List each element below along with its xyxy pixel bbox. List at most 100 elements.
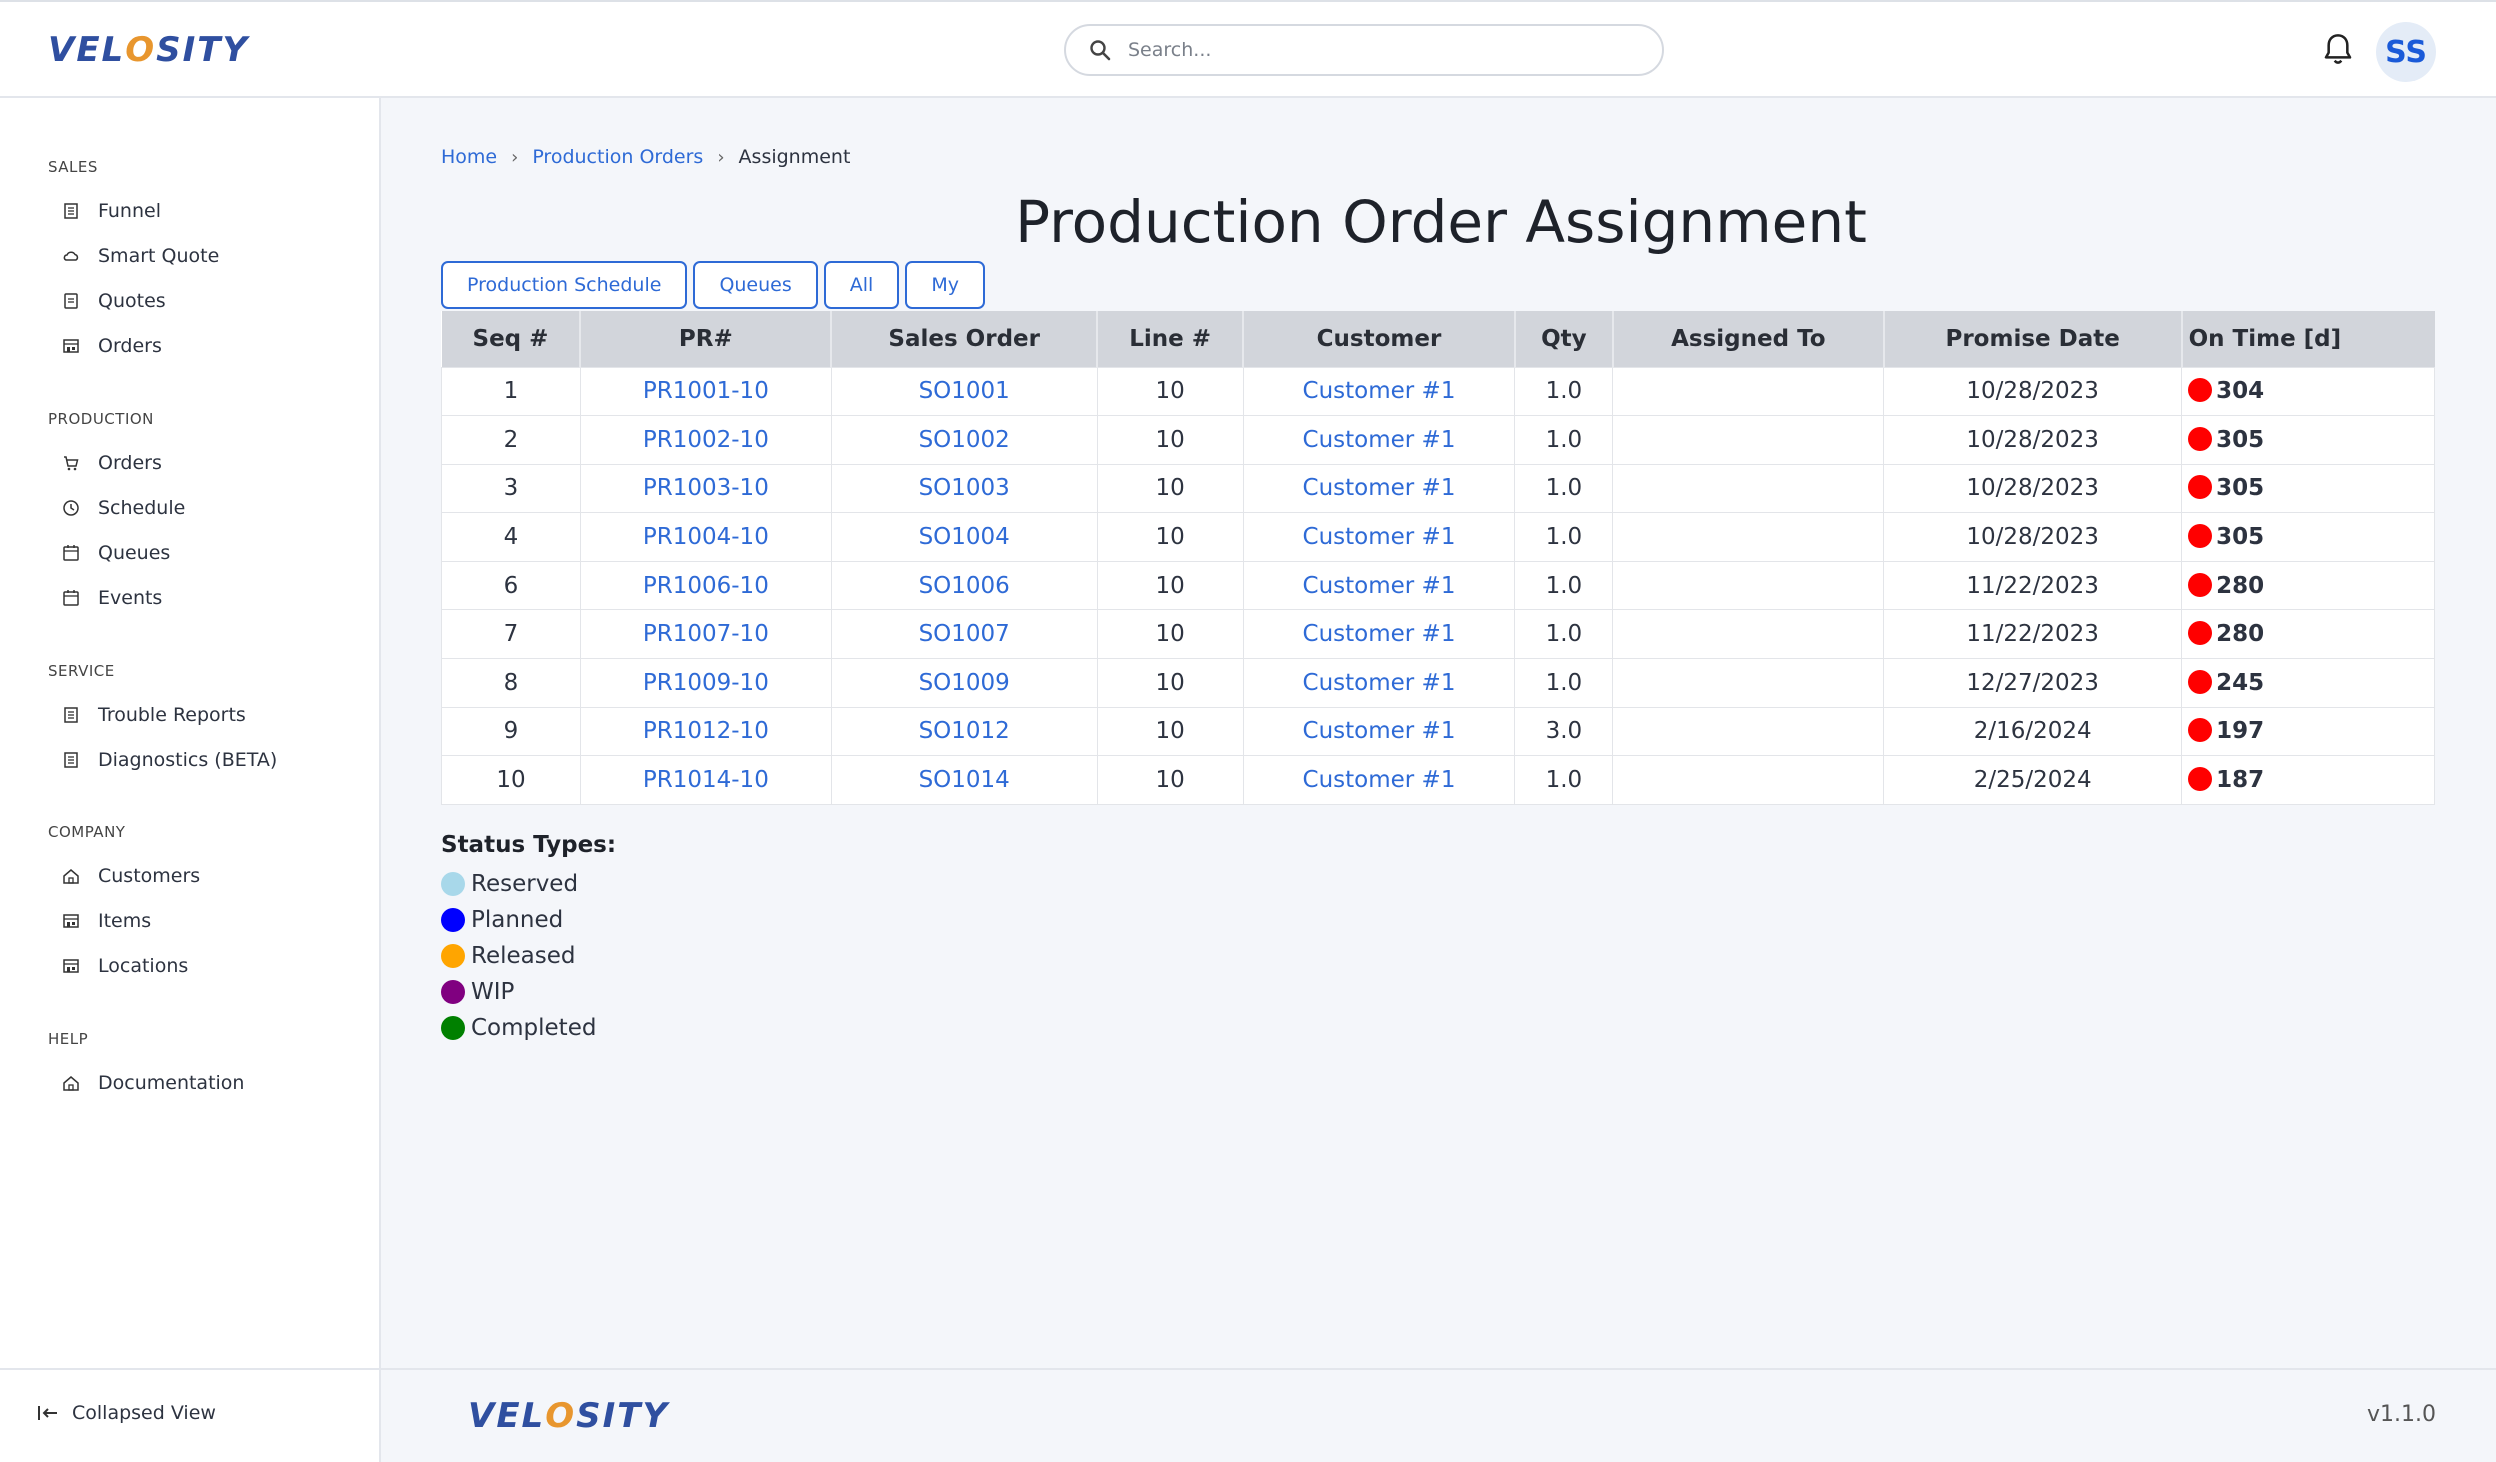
table-row[interactable]: 7 PR1007-10 SO1007 10 Customer #1 1.0 11/22/20… <box>441 609 2435 660</box>
table-row[interactable]: 4 PR1004-10 SO1004 10 Customer #1 1.0 10/28/20… <box>441 512 2435 562</box>
table-row[interactable]: 8 PR1009-10 SO1009 10 Customer #1 1.0 12/27/20… <box>441 658 2435 708</box>
avatar[interactable]: SS <box>2376 22 2436 82</box>
table-row[interactable]: 1 PR1001-10 SO1001 10 Customer #1 1.0 10/28/20… <box>441 366 2435 417</box>
sales-order-link[interactable]: SO1002 <box>919 427 1010 453</box>
sales-order-link[interactable]: SO1009 <box>919 670 1010 696</box>
customer-link[interactable]: Customer #1 <box>1303 767 1456 793</box>
logo-text: VEL <box>48 30 126 70</box>
velocity-logo[interactable]: VEL O SITY <box>48 30 249 70</box>
production-schedule-button[interactable]: Production Schedule <box>441 261 688 309</box>
sidebar-item-sales-orders[interactable]: Orders <box>62 335 162 357</box>
pr-cell: PR1004-10 <box>579 512 832 562</box>
calendar-icon <box>63 590 79 606</box>
sidebar-item-queues[interactable]: Queues <box>62 542 170 564</box>
seq-cell: 6 <box>441 560 581 611</box>
customer-link[interactable]: Customer #1 <box>1303 378 1456 404</box>
sales-order-link[interactable]: SO1007 <box>919 621 1010 647</box>
sidebar-item-trouble-reports[interactable]: Trouble Reports <box>62 704 246 726</box>
pr-link[interactable]: PR1012-10 <box>643 718 769 744</box>
section-title-help: HELP <box>48 1030 89 1048</box>
sidebar-item-customers[interactable]: Customers <box>62 865 200 887</box>
column-header[interactable]: Customer <box>1243 311 1516 367</box>
promise-date-cell: 10/28/2023 <box>1883 415 2183 465</box>
pr-link[interactable]: PR1009-10 <box>643 670 769 696</box>
sales-order-link[interactable]: SO1001 <box>919 378 1010 404</box>
queues-button[interactable]: Queues <box>693 261 818 309</box>
collapsed-view-toggle[interactable]: Collapsed View <box>36 1402 216 1424</box>
pr-link[interactable]: PR1004-10 <box>643 524 769 550</box>
sales-order-link[interactable]: SO1006 <box>919 573 1010 599</box>
column-header[interactable]: Seq # <box>441 311 582 367</box>
customer-link[interactable]: Customer #1 <box>1303 621 1456 647</box>
column-header[interactable]: Promise Date <box>1883 311 2183 367</box>
sidebar-item-documentation[interactable]: Documentation <box>62 1072 244 1094</box>
sales-order-cell: SO1004 <box>830 512 1098 562</box>
sales-order-link[interactable]: SO1004 <box>919 524 1010 550</box>
store-icon <box>63 914 79 928</box>
column-header[interactable]: Assigned To <box>1612 311 1885 367</box>
search-bar[interactable] <box>1064 24 1664 76</box>
promise-date-cell: 12/27/2023 <box>1883 658 2183 708</box>
sidebar-item-diagnostics[interactable]: Diagnostics (BETA) <box>62 749 277 771</box>
pr-link[interactable]: PR1003-10 <box>643 475 769 501</box>
customer-cell: Customer #1 <box>1242 609 1516 660</box>
status-type-item: Released <box>441 938 596 974</box>
column-header[interactable]: On Time [d] <box>2181 311 2435 367</box>
sidebar-item-schedule[interactable]: Schedule <box>62 497 185 519</box>
sidebar-item-label: Smart Quote <box>98 245 220 267</box>
bell-icon[interactable] <box>2322 32 2354 68</box>
sidebar-item-production-orders[interactable]: Orders <box>62 452 162 474</box>
column-header[interactable]: PR# <box>580 311 833 367</box>
sidebar-item-label: Documentation <box>98 1072 245 1094</box>
pr-link[interactable]: PR1007-10 <box>643 621 769 647</box>
table-row[interactable]: 9 PR1012-10 SO1012 10 Customer #1 3.0 2/16/202… <box>441 706 2435 757</box>
customer-link[interactable]: Customer #1 <box>1303 573 1456 599</box>
home-icon <box>63 1076 79 1091</box>
table-row[interactable]: 3 PR1003-10 SO1003 10 Customer #1 1.0 10/28/20… <box>441 463 2435 514</box>
all-button[interactable]: All <box>823 261 900 309</box>
on-time-value: 245 <box>2216 669 2265 696</box>
sidebar-item-label: Diagnostics (BETA) <box>98 749 278 771</box>
my-button[interactable]: My <box>905 261 985 309</box>
sidebar-item-funnel[interactable]: Funnel <box>62 200 161 222</box>
breadcrumb-home[interactable]: Home <box>441 146 497 168</box>
breadcrumb: Home › Production Orders › Assignment <box>441 146 850 168</box>
status-dot-icon <box>2188 524 2213 549</box>
pr-link[interactable]: PR1014-10 <box>643 767 769 793</box>
status-dot-icon <box>441 1016 465 1040</box>
column-header[interactable]: Line # <box>1097 311 1245 367</box>
column-header[interactable]: Qty <box>1514 311 1614 367</box>
sidebar-item-items[interactable]: Items <box>62 910 151 932</box>
sidebar-item-label: Items <box>98 910 152 932</box>
sidebar-item-quotes[interactable]: Quotes <box>62 290 166 312</box>
sidebar-item-locations[interactable]: Locations <box>62 955 188 977</box>
pr-link[interactable]: PR1002-10 <box>643 427 769 453</box>
breadcrumb-production-orders[interactable]: Production Orders <box>532 146 703 168</box>
sales-order-link[interactable]: SO1012 <box>919 718 1010 744</box>
pr-link[interactable]: PR1006-10 <box>643 573 769 599</box>
sidebar-item-label: Orders <box>98 452 162 474</box>
home-icon <box>63 869 79 884</box>
pr-cell: PR1002-10 <box>579 415 832 465</box>
table-row[interactable]: 10 PR1014-10 SO1014 10 Customer #1 1.0 2/25/20… <box>441 755 2435 805</box>
search-icon <box>1090 40 1111 61</box>
logo-o: O <box>545 1396 577 1436</box>
search-input[interactable] <box>1128 39 1628 61</box>
pr-cell: PR1001-10 <box>579 366 832 417</box>
sidebar-item-events[interactable]: Events <box>62 587 162 609</box>
pr-cell: PR1009-10 <box>579 658 832 708</box>
customer-link[interactable]: Customer #1 <box>1303 427 1456 453</box>
sidebar-item-smart-quote[interactable]: Smart Quote <box>62 245 219 267</box>
customer-link[interactable]: Customer #1 <box>1303 670 1456 696</box>
sidebar-item-label: Events <box>98 587 163 609</box>
customer-link[interactable]: Customer #1 <box>1303 524 1456 550</box>
table-row[interactable]: 6 PR1006-10 SO1006 10 Customer #1 1.0 11/22/20… <box>441 560 2435 611</box>
pr-link[interactable]: PR1001-10 <box>643 378 769 404</box>
sales-order-link[interactable]: SO1003 <box>919 475 1010 501</box>
table-row[interactable]: 2 PR1002-10 SO1002 10 Customer #1 1.0 10/28/20… <box>441 415 2435 465</box>
customer-link[interactable]: Customer #1 <box>1303 718 1456 744</box>
column-header[interactable]: Sales Order <box>831 311 1099 367</box>
on-time-cell: 305 <box>2181 415 2435 465</box>
customer-link[interactable]: Customer #1 <box>1303 475 1456 501</box>
sales-order-link[interactable]: SO1014 <box>919 767 1010 793</box>
